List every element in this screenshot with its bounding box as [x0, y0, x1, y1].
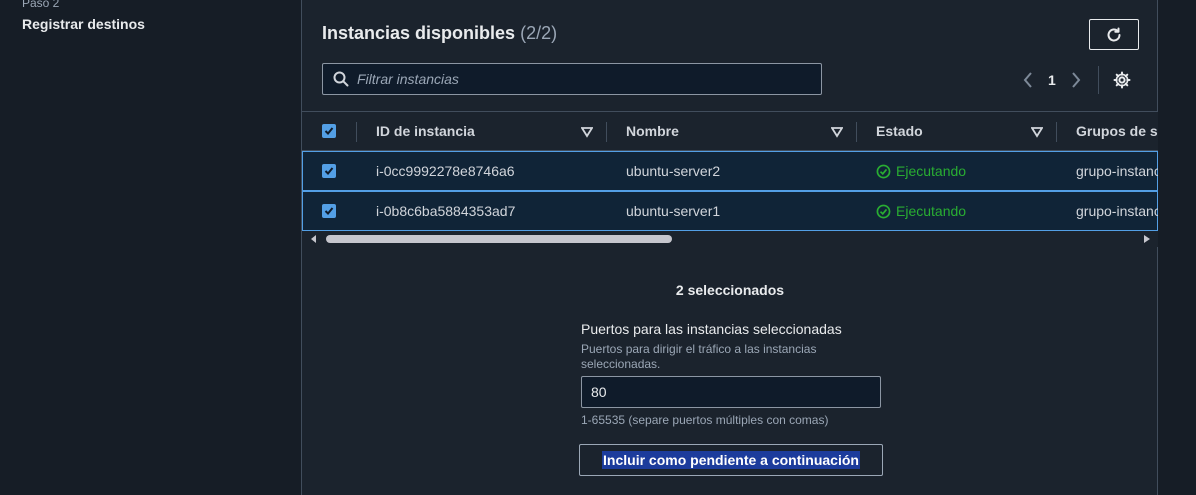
- selected-count: 2 seleccionados: [675, 282, 785, 298]
- ports-label: Puertos para las instancias seleccionada…: [581, 321, 842, 337]
- sort-down-icon[interactable]: [1031, 126, 1043, 138]
- step-label: Paso 2: [22, 0, 60, 10]
- step-indicator: Paso 2 Registrar destinos: [22, 0, 145, 32]
- row-checkbox[interactable]: [322, 164, 336, 178]
- column-divider: [356, 122, 357, 142]
- page-number[interactable]: 1: [1048, 72, 1056, 88]
- gear-icon[interactable]: [1113, 71, 1131, 89]
- table-header: ID de instancia Nombre Estado Grupos de …: [302, 111, 1158, 151]
- sort-down-icon[interactable]: [581, 126, 593, 138]
- status-cell: Ejecutando: [876, 192, 966, 230]
- check-circle-icon: [876, 164, 891, 178]
- panel-title: Instancias disponibles (2/2): [322, 23, 557, 44]
- instance-id-cell: i-0b8c6ba5884353ad7: [376, 203, 516, 219]
- select-all-cell[interactable]: [322, 112, 336, 150]
- security-group-cell: grupo-instancias: [1076, 163, 1158, 179]
- row-select-cell[interactable]: [322, 152, 336, 190]
- filter-instances-field[interactable]: [322, 63, 822, 95]
- include-pending-button[interactable]: Incluir como pendiente a continuación: [579, 444, 883, 476]
- pager-divider: [1097, 66, 1099, 94]
- check-circle-icon: [876, 204, 891, 218]
- instances-table: ID de instancia Nombre Estado Grupos de …: [302, 111, 1158, 231]
- name-cell: ubuntu-server2: [626, 163, 721, 179]
- horizontal-scrollbar[interactable]: [302, 231, 1158, 247]
- ports-description: Puertos para dirigir el tráfico a las in…: [581, 342, 817, 371]
- column-header-name[interactable]: Nombre: [626, 112, 679, 150]
- chevron-right-icon[interactable]: [1070, 71, 1082, 89]
- column-header-status[interactable]: Estado: [876, 112, 923, 150]
- instance-id-cell: i-0cc9992278e8746a6: [376, 163, 515, 179]
- panel-title-text: Instancias disponibles: [322, 23, 516, 43]
- include-pending-label: Incluir como pendiente a continuación: [602, 451, 860, 469]
- ports-hint: 1-65535 (separe puertos múltiples con co…: [581, 413, 829, 427]
- column-header-security-groups[interactable]: Grupos de seguridad: [1076, 112, 1158, 150]
- refresh-button[interactable]: [1089, 19, 1139, 50]
- sort-down-icon[interactable]: [831, 126, 843, 138]
- instance-count: (2/2): [520, 23, 558, 43]
- table-row[interactable]: i-0cc9992278e8746a6 ubuntu-server2 Ejecu…: [302, 151, 1158, 191]
- status-text: Ejecutando: [896, 163, 967, 179]
- column-divider[interactable]: [606, 122, 607, 142]
- refresh-icon: [1107, 27, 1121, 41]
- check-icon: [324, 207, 334, 215]
- status-cell: Ejecutando: [876, 152, 966, 190]
- column-divider[interactable]: [856, 122, 857, 142]
- row-checkbox[interactable]: [322, 204, 336, 218]
- select-all-checkbox[interactable]: [322, 124, 336, 138]
- check-icon: [324, 167, 334, 175]
- chevron-left-icon[interactable]: [1022, 71, 1034, 89]
- table-row[interactable]: i-0b8c6ba5884353ad7 ubuntu-server1 Ejecu…: [302, 191, 1158, 231]
- scroll-left-icon[interactable]: [311, 235, 317, 243]
- name-cell: ubuntu-server1: [626, 203, 721, 219]
- filter-instances-input[interactable]: [357, 71, 797, 87]
- security-group-cell: grupo-instancias: [1076, 203, 1158, 219]
- status-text: Ejecutando: [896, 203, 967, 219]
- pagination: 1: [1022, 66, 1131, 94]
- scroll-right-icon[interactable]: [1144, 235, 1150, 243]
- column-header-instance-id[interactable]: ID de instancia: [376, 112, 475, 150]
- step-title: Registrar destinos: [22, 16, 145, 32]
- scrollbar-thumb[interactable]: [326, 235, 672, 243]
- row-select-cell[interactable]: [322, 192, 336, 230]
- available-instances-panel: Instancias disponibles (2/2) 1: [301, 0, 1158, 495]
- check-icon: [324, 127, 334, 135]
- ports-input[interactable]: [581, 376, 881, 408]
- column-divider[interactable]: [1056, 122, 1057, 142]
- search-icon: [333, 71, 349, 87]
